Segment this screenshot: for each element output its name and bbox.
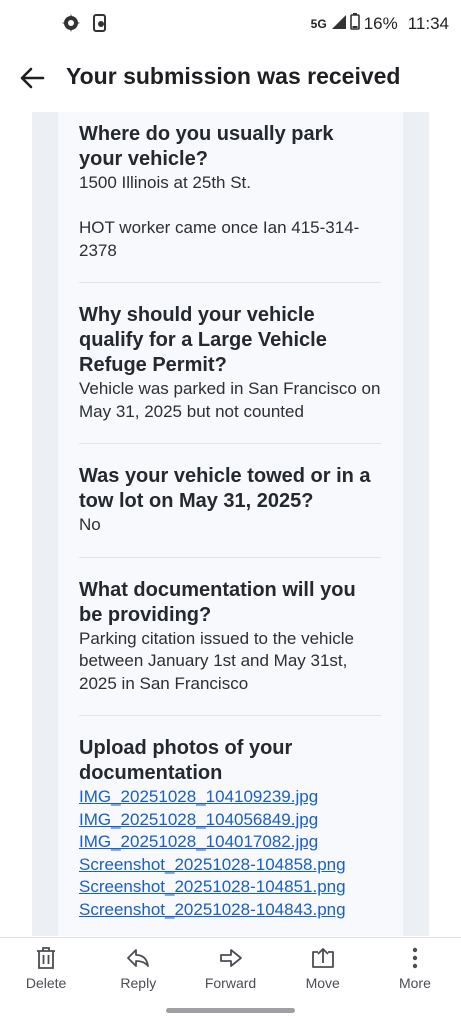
signal-icon: [331, 14, 346, 34]
attachment-link[interactable]: IMG_20251028_104109239.jpg: [79, 786, 381, 809]
right-gutter: [403, 112, 429, 936]
field-question: What documentation will you be providing…: [79, 578, 356, 626]
field-documentation: What documentation will you be providing…: [79, 578, 381, 716]
battery-percent: 16%: [363, 14, 398, 33]
more-button[interactable]: More: [369, 938, 461, 997]
field-answer: Parking citation issued to the vehicle b…: [79, 628, 354, 693]
app-bar: Your submission was received: [0, 50, 461, 106]
left-gutter: [32, 112, 58, 936]
move-label: Move: [305, 975, 340, 991]
move-icon: [311, 948, 334, 968]
trash-icon: [37, 947, 56, 969]
status-notifications: [62, 14, 108, 37]
reply-icon: [127, 949, 150, 967]
battery-icon: [349, 13, 360, 35]
message-body[interactable]: Where do you usually park your vehicle? …: [0, 112, 461, 936]
attachment-links: IMG_20251028_104109239.jpg IMG_20251028_…: [79, 786, 381, 922]
attachment-link[interactable]: IMG_20251028_104056849.jpg: [79, 809, 381, 832]
forward-label: Forward: [204, 975, 257, 991]
page-title: Your submission was received: [66, 63, 401, 89]
reply-label: Reply: [120, 975, 157, 991]
field-towed: Was your vehicle towed or in a tow lot o…: [79, 464, 381, 558]
home-indicator[interactable]: [166, 1008, 295, 1013]
app-notification-icon: [62, 14, 80, 37]
attachment-link[interactable]: Screenshot_20251028-104851.png: [79, 876, 381, 899]
field-park-location: Where do you usually park your vehicle? …: [79, 122, 381, 283]
field-answer: Vehicle was parked in San Francisco on M…: [79, 379, 381, 421]
attachment-link[interactable]: Screenshot_20251028-104858.png: [79, 854, 381, 877]
back-button[interactable]: [16, 62, 48, 94]
clock: 11:34: [407, 14, 449, 33]
move-button[interactable]: Move: [277, 938, 369, 997]
forward-icon: [219, 949, 242, 967]
field-answer: No: [79, 515, 101, 534]
field-answer: 1500 Illinois at 25th St. HOT worker cam…: [79, 173, 360, 260]
more-label: More: [398, 975, 431, 991]
back-arrow-icon: [20, 67, 45, 89]
phone-notification-icon: [92, 14, 108, 37]
status-bar: 5G 16% 11:34: [0, 0, 461, 48]
bottom-toolbar: Delete Reply Forward Move More: [0, 937, 461, 997]
delete-button[interactable]: Delete: [0, 938, 92, 997]
network-type: 5G: [310, 17, 327, 31]
attachment-link[interactable]: IMG_20251028_104017082.jpg: [79, 831, 381, 854]
submission-fields: Where do you usually park your vehicle? …: [79, 122, 381, 936]
status-indicators: 5G 16% 11:34: [311, 13, 449, 35]
field-question: Why should your vehicle qualify for a La…: [79, 304, 327, 376]
field-question: Was your vehicle towed or in a tow lot o…: [79, 465, 371, 512]
field-question: Upload photos of your documentation: [79, 737, 293, 784]
delete-label: Delete: [25, 975, 67, 991]
forward-button[interactable]: Forward: [184, 938, 276, 997]
attachment-link[interactable]: Screenshot_20251028-104843.png: [79, 899, 381, 922]
submission-card: Where do you usually park your vehicle? …: [58, 112, 403, 936]
field-upload-photos: Upload photos of your documentation IMG_…: [79, 736, 381, 936]
reply-button[interactable]: Reply: [92, 938, 184, 997]
field-question: Where do you usually park your vehicle?: [79, 123, 334, 170]
field-qualify-reason: Why should your vehicle qualify for a La…: [79, 303, 381, 444]
more-vertical-icon: [412, 947, 418, 969]
